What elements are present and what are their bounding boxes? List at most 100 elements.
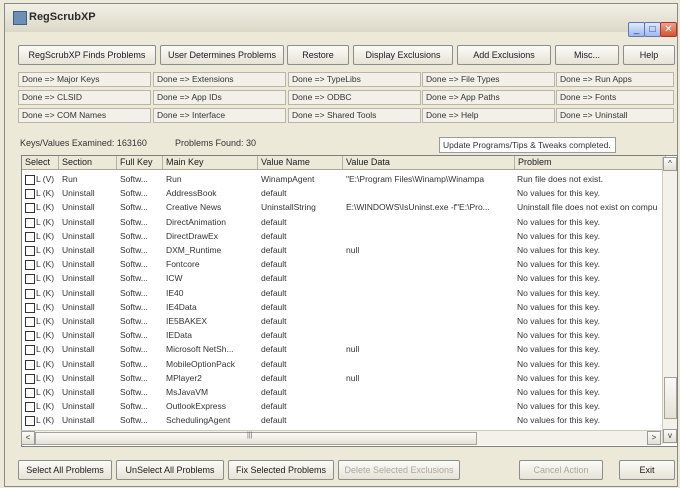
row-checkbox[interactable]: [25, 388, 35, 398]
title-bar: RegScrubXP: [5, 4, 677, 32]
horizontal-scroll-thumb[interactable]: [35, 432, 477, 445]
status-shared-tools: Done => Shared Tools: [288, 108, 421, 123]
row-full-cell: Softw...: [120, 387, 148, 397]
status-help: Done => Help: [422, 108, 555, 123]
row-vname-cell: default: [261, 216, 287, 227]
row-vdata-cell: null: [346, 245, 360, 255]
select-all-button[interactable]: Select All Problems: [18, 460, 112, 480]
row-main-cell: DXM_Runtime: [166, 245, 222, 255]
row-main-cell: DirectAnimation: [166, 216, 226, 227]
row-vname-cell: default: [261, 287, 287, 298]
window-title: RegScrubXP: [29, 11, 96, 23]
fix-selected-button[interactable]: Fix Selected Problems: [228, 460, 334, 480]
column-header-full-key[interactable]: Full Key: [117, 156, 163, 170]
scroll-down-arrow[interactable]: v: [663, 429, 677, 443]
help-button[interactable]: Help: [623, 45, 675, 65]
column-header-value-name[interactable]: Value Name: [258, 156, 343, 170]
problems-found-label: Problems Found: 30: [175, 138, 257, 148]
row-problem-cell: No values for this key.: [517, 287, 600, 298]
scroll-left-arrow[interactable]: <: [21, 431, 35, 445]
maximize-button[interactable]: □: [644, 22, 661, 37]
misc-button[interactable]: Misc...: [555, 45, 619, 65]
row-main-cell: Microsoft NetSh...: [166, 344, 234, 355]
column-header-section[interactable]: Section: [59, 156, 117, 170]
row-checkbox[interactable]: [25, 175, 35, 185]
row-checkbox[interactable]: [25, 260, 35, 271]
row-problem-cell: No values for this key.: [517, 259, 600, 270]
column-header-value-data[interactable]: Value Data: [343, 156, 515, 170]
row-problem-cell: No values for this key.: [517, 230, 600, 241]
close-button[interactable]: ✕: [660, 22, 677, 37]
cancel-action-button[interactable]: Cancel Action: [519, 460, 603, 480]
user-determines-button[interactable]: User Determines Problems: [160, 45, 284, 65]
row-main-cell: IE40: [166, 287, 184, 298]
row-section-cell: Uninstall: [62, 358, 95, 369]
row-full-cell: Softw...: [120, 358, 148, 369]
column-header-main-key[interactable]: Main Key: [163, 156, 258, 170]
row-vname-cell: default: [261, 387, 287, 397]
row-vname-cell: default: [261, 401, 287, 412]
column-header-problem[interactable]: Problem: [515, 156, 666, 170]
row-checkbox[interactable]: [25, 189, 35, 200]
row-checkbox[interactable]: [25, 217, 35, 228]
scroll-right-arrow[interactable]: >: [647, 431, 661, 445]
status-file-types: Done => File Types: [422, 72, 555, 87]
row-checkbox[interactable]: [25, 231, 35, 242]
row-problem-cell: No values for this key.: [517, 316, 600, 326]
status-odbc: Done => ODBC: [288, 90, 421, 105]
row-select-type: L (K): [36, 401, 55, 412]
row-select-type: L (K): [36, 330, 55, 341]
row-checkbox[interactable]: [25, 203, 35, 214]
row-problem-cell: No values for this key.: [517, 188, 600, 199]
vertical-scroll-thumb[interactable]: [664, 377, 677, 419]
row-full-cell: Softw...: [120, 259, 148, 270]
finds-problems-button[interactable]: RegScrubXP Finds Problems: [18, 45, 156, 65]
problems-list[interactable]: Select Section Full Key Main Key Value N…: [21, 155, 678, 447]
exit-button[interactable]: Exit: [619, 460, 675, 480]
status-message: Update Programs/Tips & Tweaks completed.: [439, 137, 616, 153]
row-checkbox[interactable]: [25, 317, 35, 327]
row-vdata-cell: [346, 386, 513, 398]
row-vdata-cell: [346, 301, 513, 313]
row-checkbox[interactable]: [25, 246, 35, 256]
row-select-type: L (K): [36, 301, 55, 312]
row-select-type: L (V): [36, 174, 55, 184]
display-exclusions-button[interactable]: Display Exclusions: [353, 45, 453, 65]
row-vdata-cell: E:\WINDOWS\IsUninst.exe -f"E:\Pro...: [346, 202, 490, 213]
scroll-grip-icon: |||: [247, 432, 253, 439]
row-problem-cell: No values for this key.: [517, 415, 600, 426]
row-checkbox[interactable]: [25, 345, 35, 356]
row-section-cell: Uninstall: [62, 387, 95, 397]
row-select-type: L (K): [36, 273, 55, 284]
unselect-all-button[interactable]: UnSelect All Problems: [116, 460, 224, 480]
status-extensions: Done => Extensions: [153, 72, 286, 87]
row-checkbox[interactable]: [25, 402, 35, 413]
row-section-cell: Run: [62, 174, 78, 184]
row-checkbox[interactable]: [25, 302, 35, 313]
vertical-scrollbar[interactable]: ^ v: [662, 157, 677, 444]
column-header-select[interactable]: Select: [22, 156, 59, 170]
row-checkbox[interactable]: [25, 373, 35, 384]
row-problem-cell: No values for this key.: [517, 330, 600, 341]
minimize-button[interactable]: _: [628, 22, 645, 37]
delete-exclusions-button[interactable]: Delete Selected Exclusions: [338, 460, 460, 480]
status-interface: Done => Interface: [153, 108, 286, 123]
row-checkbox[interactable]: [25, 274, 35, 285]
row-checkbox[interactable]: [25, 288, 35, 299]
row-main-cell: MPlayer2: [166, 372, 202, 383]
row-main-cell: MobileOptionPack: [166, 358, 235, 369]
row-vname-cell: default: [261, 372, 287, 383]
restore-button[interactable]: Restore: [287, 45, 349, 65]
scroll-up-arrow[interactable]: ^: [663, 157, 677, 171]
status-uninstall: Done => Uninstall: [556, 108, 674, 123]
row-main-cell: SchedulingAgent: [166, 415, 231, 426]
row-problem-cell: No values for this key.: [517, 401, 600, 412]
row-checkbox[interactable]: [25, 359, 35, 370]
row-checkbox[interactable]: [25, 416, 35, 427]
row-problem-cell: No values for this key.: [517, 301, 600, 312]
row-main-cell: IEData: [166, 330, 192, 341]
add-exclusions-button[interactable]: Add Exclusions: [457, 45, 551, 65]
row-main-cell: IE5BAKEX: [166, 316, 208, 326]
horizontal-scrollbar[interactable]: < ||| >: [21, 430, 662, 445]
row-checkbox[interactable]: [25, 331, 35, 342]
